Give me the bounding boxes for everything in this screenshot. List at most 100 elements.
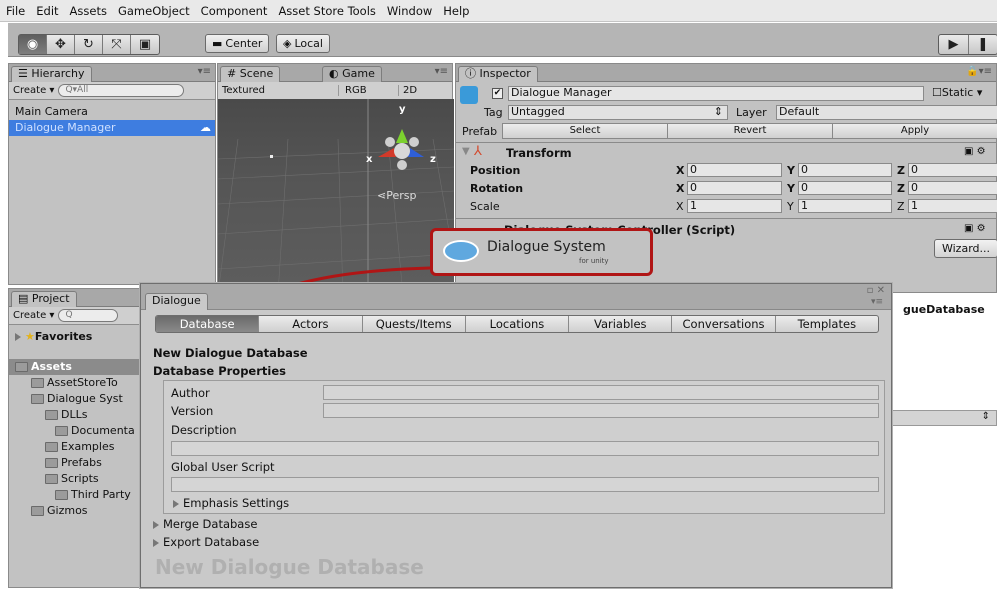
scale-tool-icon[interactable]: ⤧ <box>103 35 131 54</box>
prefab-select-button[interactable]: Select <box>503 124 668 138</box>
hierarchy-item-label: Dialogue Manager <box>15 121 116 134</box>
wizard-button[interactable]: Wizard... <box>934 239 997 258</box>
emphasis-settings-foldout[interactable]: Emphasis Settings <box>173 496 289 510</box>
version-field[interactable] <box>323 403 879 418</box>
description-field[interactable] <box>171 441 879 456</box>
folder-item[interactable]: Documenta <box>9 423 142 439</box>
project-search-input[interactable]: Q <box>58 309 119 322</box>
folder-item[interactable]: Third Party <box>9 487 142 503</box>
perspective-label[interactable]: ⋖Persp <box>377 189 416 202</box>
rotation-z-field[interactable]: 0 <box>908 181 997 195</box>
scene-tab-label: Scene <box>239 67 274 80</box>
project-create-label: Create <box>13 310 47 321</box>
window-controls[interactable]: ▫ ✕ <box>867 285 885 296</box>
menu-asset-store-tools[interactable]: Asset Store Tools <box>278 4 375 18</box>
scale-y-field[interactable]: 1 <box>798 199 892 213</box>
project-tab[interactable]: ▤ Project <box>11 291 77 307</box>
active-checkbox[interactable]: ✔ <box>492 88 503 99</box>
position-z-field[interactable]: 0 <box>908 163 997 177</box>
panel-menu-icon[interactable]: ▾≡ <box>435 66 448 77</box>
panel-menu-icon[interactable]: ▾≡ <box>198 66 211 77</box>
folder-item[interactable]: DLLs <box>9 407 142 423</box>
hierarchy-search-input[interactable]: Q▾All <box>58 84 185 97</box>
pivot-center-button[interactable]: ▬ Center <box>205 34 270 53</box>
author-field[interactable] <box>323 385 879 400</box>
object-name-input[interactable]: Dialogue Manager <box>508 86 924 101</box>
menu-edit[interactable]: Edit <box>36 4 58 18</box>
tab-actors[interactable]: Actors <box>259 316 363 332</box>
dialogue-window-tab[interactable]: Dialogue <box>145 293 208 310</box>
folder-item[interactable]: Scripts <box>9 471 142 487</box>
menu-bar: File Edit Assets GameObject Component As… <box>0 0 997 22</box>
description-label: Description <box>171 423 237 437</box>
position-x-field[interactable]: 0 <box>687 163 782 177</box>
hierarchy-item-dialogue-manager[interactable]: Dialogue Manager ☁ <box>9 120 215 136</box>
folder-item[interactable]: Gizmos <box>9 503 142 519</box>
space-local-button[interactable]: ◈ Local <box>276 34 330 53</box>
menu-gameobject[interactable]: GameObject <box>118 4 190 18</box>
hierarchy-item-main-camera[interactable]: Main Camera <box>9 104 215 120</box>
scene-tab[interactable]: # Scene <box>220 66 281 82</box>
assets-folder[interactable]: Assets <box>9 359 142 375</box>
render-mode-dropdown[interactable]: RGB <box>338 85 398 96</box>
folder-item[interactable]: Examples <box>9 439 142 455</box>
layer-dropdown[interactable]: Default <box>776 105 997 120</box>
menu-file[interactable]: File <box>6 4 25 18</box>
axis-z-label: Z <box>897 182 905 195</box>
tab-variables[interactable]: Variables <box>569 316 673 332</box>
tab-quests-items[interactable]: Quests/Items <box>363 316 466 332</box>
move-tool-icon[interactable]: ✥ <box>47 35 75 54</box>
scale-z-field[interactable]: 1 <box>908 199 997 213</box>
orientation-gizmo <box>378 129 424 170</box>
rotation-x-field[interactable]: 0 <box>687 181 782 195</box>
toolbar: ◉ ✥ ↻ ⤧ ▣ ▬ Center ◈ Local ▶ ❚ <box>8 23 997 57</box>
play-icon[interactable]: ▶ <box>939 35 969 54</box>
position-y-field[interactable]: 0 <box>798 163 892 177</box>
lock-icon[interactable]: 🔒▾≡ <box>966 66 992 77</box>
export-label: Export Database <box>163 535 260 549</box>
prefab-apply-button[interactable]: Apply <box>833 124 997 138</box>
dialogue-editor-window: Dialogue ▫ ✕ ▾≡ Database Actors Quests/I… <box>140 283 892 588</box>
prefab-revert-button[interactable]: Revert <box>668 124 833 138</box>
tab-locations[interactable]: Locations <box>466 316 570 332</box>
tab-templates[interactable]: Templates <box>776 316 878 332</box>
dialog-titlebar: Dialogue ▫ ✕ ▾≡ <box>141 284 891 310</box>
menu-component[interactable]: Component <box>201 4 268 18</box>
project-create-button[interactable]: Create ▾ <box>13 310 54 321</box>
hierarchy-tab[interactable]: ☰ Hierarchy <box>11 66 92 82</box>
inspector-tab[interactable]: ⓘ Inspector <box>458 66 538 82</box>
favorites-item[interactable]: ★Favorites <box>9 329 142 345</box>
folder-item[interactable]: Prefabs <box>9 455 142 471</box>
static-toggle[interactable]: ☐Static ▾ <box>932 86 982 99</box>
2d-toggle[interactable]: 2D <box>398 85 417 96</box>
component-settings-icon[interactable]: ▣ ⚙ <box>964 146 986 157</box>
menu-window[interactable]: Window <box>387 4 432 18</box>
tag-dropdown[interactable]: Untagged ⇕ <box>508 105 728 120</box>
folder-item[interactable]: AssetStoreTo <box>9 375 142 391</box>
game-tab[interactable]: ◐ Game <box>322 66 382 82</box>
panel-menu-icon[interactable]: ▾≡ <box>871 297 883 307</box>
rect-tool-icon[interactable]: ▣ <box>131 35 159 54</box>
inspector-dropdown-strip[interactable]: ⇕ <box>892 410 997 426</box>
axis-y-label: Y <box>787 164 795 177</box>
hierarchy-create-button[interactable]: Create ▾ <box>13 85 54 96</box>
export-database-foldout[interactable]: Export Database <box>153 535 259 549</box>
folder-icon <box>45 474 58 484</box>
tab-conversations[interactable]: Conversations <box>672 316 776 332</box>
rotate-tool-icon[interactable]: ↻ <box>75 35 103 54</box>
scale-x-field[interactable]: 1 <box>687 199 782 213</box>
menu-help[interactable]: Help <box>443 4 469 18</box>
component-settings-icon[interactable]: ▣ ⚙ <box>964 223 986 234</box>
global-user-script-field[interactable] <box>171 477 879 492</box>
shading-mode-dropdown[interactable]: Textured <box>222 85 338 96</box>
tab-database[interactable]: Database <box>156 316 260 332</box>
inspector-tab-label: Inspector <box>479 67 531 80</box>
dropdown-arrow-icon: ⇕ <box>981 411 990 422</box>
pause-icon[interactable]: ❚ <box>969 35 997 54</box>
folder-item[interactable]: Dialogue Syst <box>9 391 142 407</box>
menu-assets[interactable]: Assets <box>70 4 107 18</box>
merge-database-foldout[interactable]: Merge Database <box>153 517 257 531</box>
view-tool-icon[interactable]: ◉ <box>19 35 47 54</box>
rotation-y-field[interactable]: 0 <box>798 181 892 195</box>
transform-foldout-icon[interactable]: ▼ <box>462 146 470 157</box>
